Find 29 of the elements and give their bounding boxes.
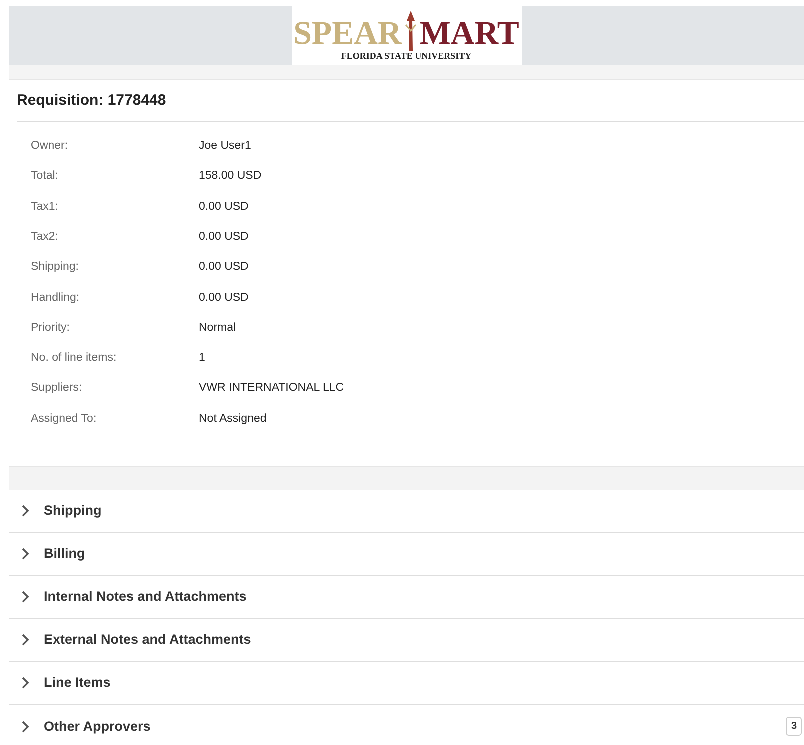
field-label: Assigned To: xyxy=(31,412,98,427)
field-value: 0.00 USD xyxy=(199,260,249,276)
section-header[interactable]: Line Items xyxy=(44,673,111,694)
logo: SPEAR MART FLORIDA STATE UNIVERSITY xyxy=(292,6,522,65)
field-value: Joe User1 xyxy=(199,139,252,154)
field-value: 0.00 USD xyxy=(199,200,249,215)
count-badge: 3 xyxy=(786,717,802,736)
field-value: Not Assigned xyxy=(199,412,267,427)
field-label: No. of line items: xyxy=(31,351,118,366)
field-label: Tax2: xyxy=(31,230,60,245)
section-header[interactable]: Internal Notes and Attachments xyxy=(44,587,247,608)
field-label: Owner: xyxy=(31,139,70,154)
field-label: Suppliers: xyxy=(31,381,84,396)
section-header[interactable]: External Notes and Attachments xyxy=(44,630,252,651)
field-label: Priority: xyxy=(31,320,71,336)
field-value: 158.00 USD xyxy=(199,169,262,184)
section-header[interactable]: Billing xyxy=(44,544,86,565)
field-value: 1 xyxy=(199,351,206,366)
field-label: Tax1: xyxy=(31,200,60,215)
field-label: Total: xyxy=(31,169,60,184)
section-header[interactable]: Shipping xyxy=(44,501,102,522)
field-value: Normal xyxy=(199,320,236,336)
page-title: Requisition: 1778448 xyxy=(16,91,168,111)
section-header[interactable]: Other Approvers xyxy=(44,716,151,738)
field-value: 0.00 USD xyxy=(199,290,249,306)
field-label: Shipping: xyxy=(31,260,80,276)
field-label: Handling: xyxy=(31,290,81,306)
field-value: 0.00 USD xyxy=(199,230,249,245)
field-value: VWR INTERNATIONAL LLC xyxy=(199,381,344,396)
